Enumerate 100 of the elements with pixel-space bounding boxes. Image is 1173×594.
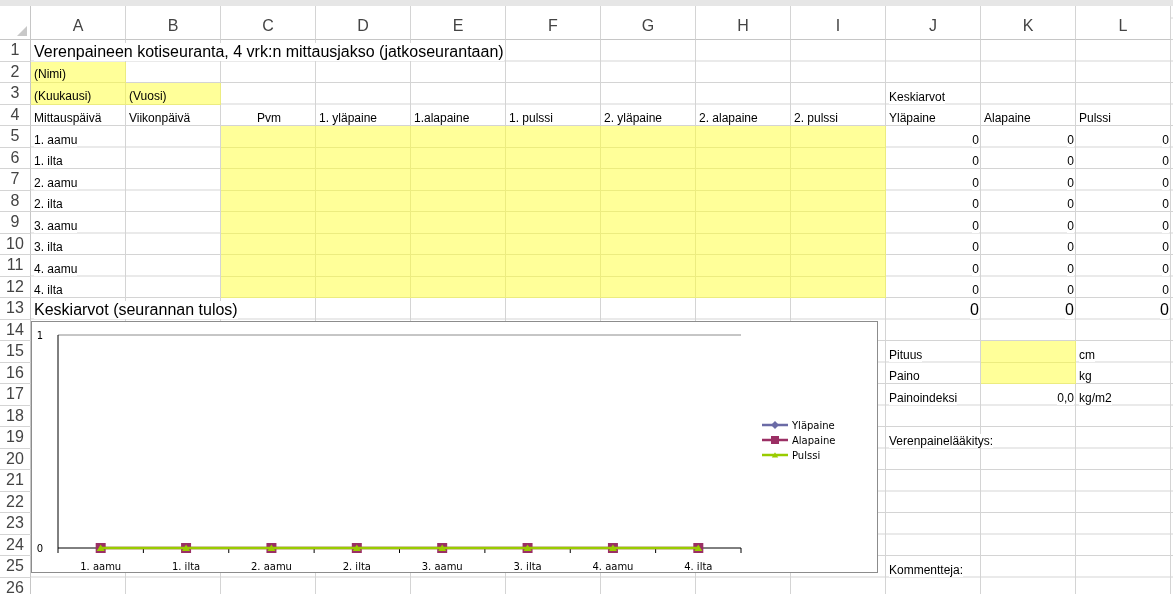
cell-text: 0 <box>972 218 979 233</box>
input-cell[interactable] <box>601 126 696 148</box>
input-cell[interactable]: (Nimi) <box>31 61 126 83</box>
input-cell[interactable] <box>221 212 316 234</box>
input-cell[interactable] <box>791 169 886 191</box>
cell-text: 2. ilta <box>34 197 63 211</box>
row-header[interactable]: 19 <box>0 427 31 449</box>
input-cell[interactable] <box>411 212 506 234</box>
input-cell[interactable] <box>981 341 1076 363</box>
cell-text: 0 <box>972 154 979 168</box>
input-cell[interactable] <box>316 233 411 255</box>
input-cell[interactable] <box>601 147 696 169</box>
input-cell[interactable] <box>411 276 506 298</box>
input-cell[interactable] <box>221 190 316 212</box>
cell-text: 1. ilta <box>34 154 63 168</box>
input-cell[interactable] <box>316 126 411 148</box>
input-cell[interactable] <box>411 190 506 212</box>
cell-text: 0 <box>972 261 979 276</box>
input-cell[interactable] <box>506 126 601 148</box>
input-cell[interactable] <box>601 276 696 298</box>
input-cell[interactable] <box>411 233 506 255</box>
input-cell[interactable] <box>791 276 886 298</box>
input-cell[interactable]: (Vuosi) <box>126 83 221 105</box>
input-cell[interactable] <box>696 126 791 148</box>
input-cell[interactable] <box>411 126 506 148</box>
input-cell[interactable] <box>791 233 886 255</box>
cell-text: 2. yläpaine <box>604 111 663 125</box>
axis-label: 4. ilta <box>684 561 713 572</box>
row-header[interactable]: 11 <box>0 255 31 277</box>
cell-text: 0 <box>1162 218 1169 233</box>
input-cell[interactable] <box>696 276 791 298</box>
select-all-icon[interactable] <box>17 26 27 36</box>
input-cell[interactable] <box>411 255 506 277</box>
input-cell[interactable] <box>411 147 506 169</box>
input-cell[interactable] <box>696 147 791 169</box>
input-cell[interactable] <box>316 190 411 212</box>
input-cell[interactable] <box>696 233 791 255</box>
row-header[interactable]: 3 <box>0 83 31 105</box>
input-cell[interactable] <box>411 169 506 191</box>
input-cell[interactable] <box>506 255 601 277</box>
input-cell[interactable] <box>221 126 316 148</box>
input-cell[interactable] <box>221 169 316 191</box>
row-header[interactable]: 23 <box>0 513 31 535</box>
cell-text: Viikonpäivä <box>129 111 191 125</box>
row-header[interactable]: 21 <box>0 470 31 492</box>
input-cell[interactable] <box>791 255 886 277</box>
row-header[interactable]: 13 <box>0 298 31 320</box>
cell-text: 0 <box>972 240 979 254</box>
input-cell[interactable] <box>221 233 316 255</box>
input-cell[interactable] <box>601 255 696 277</box>
cell-text: 0 <box>1162 197 1169 211</box>
cell-text: Alapaine <box>984 111 1031 125</box>
row-header[interactable]: 17 <box>0 384 31 406</box>
cell-text: 0 <box>1162 261 1169 276</box>
input-cell[interactable]: (Kuukausi) <box>31 83 126 105</box>
input-cell[interactable] <box>791 212 886 234</box>
input-cell[interactable] <box>601 190 696 212</box>
cell-text: 0 <box>972 175 979 190</box>
row-header[interactable]: 1 <box>0 40 31 62</box>
input-cell[interactable] <box>316 147 411 169</box>
cell-text: 0 <box>972 283 979 297</box>
row-header[interactable]: 7 <box>0 169 31 191</box>
input-cell[interactable] <box>506 169 601 191</box>
input-cell[interactable] <box>506 190 601 212</box>
row-header[interactable]: 5 <box>0 126 31 148</box>
input-cell[interactable] <box>506 212 601 234</box>
input-cell[interactable] <box>316 212 411 234</box>
input-cell[interactable] <box>316 169 411 191</box>
input-cell[interactable] <box>791 126 886 148</box>
cell-text: 0 <box>1067 283 1074 297</box>
cell-text: 0 <box>1160 300 1169 319</box>
cell-text: Verenpaineen kotiseuranta, 4 vrk:n mittausjakso (jatkoseurantaan) <box>34 42 504 61</box>
input-cell[interactable] <box>221 276 316 298</box>
row-header[interactable]: 15 <box>0 341 31 363</box>
input-cell[interactable] <box>221 147 316 169</box>
cell-text: (Vuosi) <box>129 88 167 103</box>
input-cell[interactable] <box>316 276 411 298</box>
cell-text: Yläpaine <box>889 111 936 125</box>
input-cell[interactable] <box>696 255 791 277</box>
row-header[interactable]: 9 <box>0 212 31 234</box>
input-cell[interactable] <box>791 147 886 169</box>
cell-text: Pvm <box>257 111 281 125</box>
input-cell[interactable] <box>791 190 886 212</box>
cell-text: Kommentteja: <box>889 562 964 577</box>
input-cell[interactable] <box>506 276 601 298</box>
input-cell[interactable] <box>696 190 791 212</box>
input-cell[interactable] <box>506 147 601 169</box>
input-cell[interactable] <box>601 169 696 191</box>
input-cell[interactable] <box>221 255 316 277</box>
input-cell[interactable] <box>696 169 791 191</box>
input-cell[interactable] <box>506 233 601 255</box>
cell-text: 0 <box>972 197 979 211</box>
input-cell[interactable] <box>696 212 791 234</box>
axis-label: 2. ilta <box>342 561 371 572</box>
input-cell[interactable] <box>981 362 1076 384</box>
input-cell[interactable] <box>316 255 411 277</box>
row-header[interactable]: 25 <box>0 556 31 578</box>
cell-text: 0 <box>970 300 979 319</box>
input-cell[interactable] <box>601 212 696 234</box>
input-cell[interactable] <box>601 233 696 255</box>
